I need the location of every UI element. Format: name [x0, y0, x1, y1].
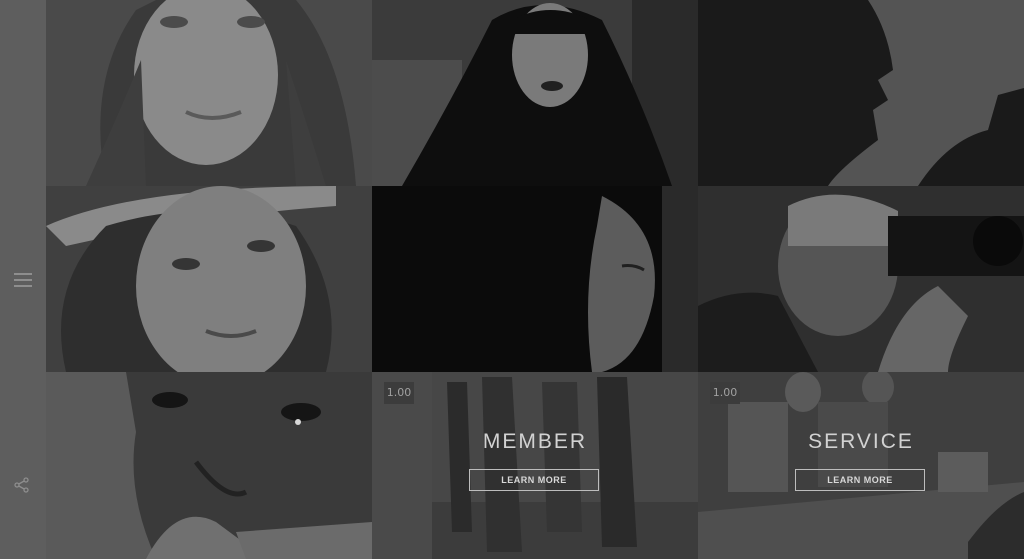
tile-title: MEMBER — [482, 430, 588, 453]
tile-title: SERVICE — [808, 430, 914, 453]
tile-badge: 1.00 — [710, 382, 740, 404]
photo-photographer-with-camera — [698, 186, 1024, 372]
tile-portrait-woman-dark-lipstick[interactable] — [372, 0, 698, 186]
photo-people-at-meeting-table — [698, 372, 1024, 559]
tile-badge: 1.00 — [384, 382, 414, 404]
photo-closeup-face-tears — [46, 372, 372, 559]
photo-silhouette-man-profile — [698, 0, 1024, 186]
tile-photographer-with-camera[interactable] — [698, 186, 1024, 372]
tile-portrait-woman-straw-hat[interactable] — [46, 186, 372, 372]
tile-member[interactable]: 1.00 MEMBER LEARN MORE — [372, 372, 698, 559]
tile-closeup-face-tears[interactable] — [46, 372, 372, 559]
hamburger-menu-icon[interactable] — [14, 273, 32, 287]
learn-more-button[interactable]: LEARN MORE — [469, 469, 599, 491]
share-icon[interactable] — [13, 476, 31, 494]
sidebar — [0, 0, 46, 559]
tile-silhouette-man-profile[interactable] — [698, 0, 1024, 186]
photo-group-standing-room — [372, 372, 698, 559]
photo-grid: 1.00 MEMBER LEARN MORE 1.00 SERVICE LEAR… — [46, 0, 1024, 559]
tile-service[interactable]: 1.00 SERVICE LEARN MORE — [698, 372, 1024, 559]
learn-more-button[interactable]: LEARN MORE — [795, 469, 925, 491]
photo-profile-girl-shadow — [372, 186, 698, 372]
photo-portrait-smiling-woman — [46, 0, 372, 186]
tile-portrait-smiling-woman[interactable] — [46, 0, 372, 186]
tile-profile-girl-shadow[interactable] — [372, 186, 698, 372]
photo-portrait-woman-dark-lipstick — [372, 0, 698, 186]
photo-portrait-woman-straw-hat — [46, 186, 372, 372]
